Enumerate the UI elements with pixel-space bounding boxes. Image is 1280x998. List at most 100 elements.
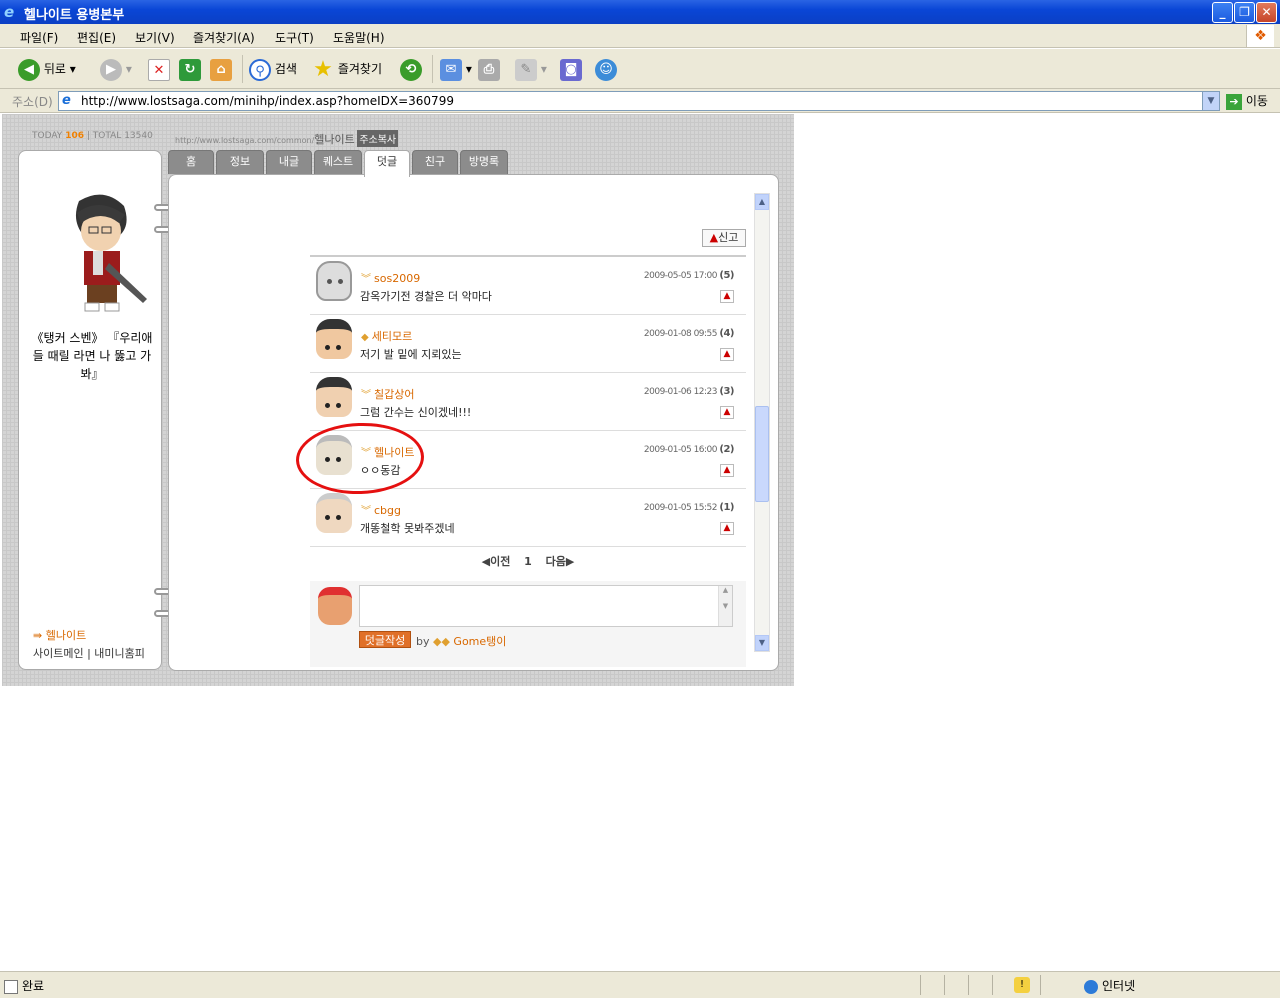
report-label: 신고 bbox=[718, 231, 739, 244]
comment-avatar bbox=[316, 493, 352, 533]
textarea-scrollbar[interactable]: ▲ ▼ bbox=[718, 586, 732, 626]
scroll-up-icon[interactable]: ▲ bbox=[755, 194, 769, 210]
favorites-label: 즐겨찾기 bbox=[337, 62, 382, 76]
rank-icon: ︾ bbox=[361, 506, 371, 517]
scroll-thumb[interactable] bbox=[755, 406, 769, 502]
submit-comment-button[interactable]: 덧글작성 bbox=[359, 631, 411, 648]
writer-name[interactable]: Gome탱이 bbox=[453, 635, 506, 648]
minihp-frame: TODAY 106 | TOTAL 13540 http://www.losts… bbox=[2, 114, 794, 686]
history-icon: ⟲ bbox=[400, 58, 422, 81]
current-page[interactable]: 1 bbox=[524, 555, 532, 568]
homepage-url: http://www.lostsaga.com/common/헬나이트 주소복사 bbox=[175, 130, 399, 147]
menu-tools[interactable]: 도구(T) bbox=[275, 29, 314, 46]
comment-author[interactable]: ︾ sos2009 bbox=[361, 270, 420, 285]
address-input[interactable]: e http://www.lostsaga.com/minihp/index.a… bbox=[58, 91, 1220, 111]
report-button[interactable]: ▲신고 bbox=[702, 229, 746, 247]
prev-page-link[interactable]: ◀이전 bbox=[482, 555, 511, 568]
zone-label: 인터넷 bbox=[1102, 979, 1136, 993]
tab-quest[interactable]: 퀘스트 bbox=[314, 150, 362, 174]
messenger-button[interactable]: ☺ bbox=[595, 56, 617, 82]
writer-avatar bbox=[318, 587, 352, 625]
comment-date: 2009-01-05 16:00 (2) bbox=[643, 444, 735, 455]
tab-posts[interactable]: 내글 bbox=[266, 150, 312, 174]
comment-date-text: 2009-01-05 16:00 bbox=[643, 445, 718, 455]
comment-date-text: 2009-01-08 09:55 bbox=[643, 329, 718, 339]
profile-name-label: 헬나이트 bbox=[45, 629, 87, 642]
report-icon[interactable]: ▲ bbox=[720, 348, 734, 361]
go-button[interactable]: ➔ 이동 bbox=[1226, 92, 1268, 110]
home-button[interactable]: ⌂ bbox=[210, 56, 232, 82]
edit-button[interactable]: ✎ ▾ bbox=[515, 56, 547, 82]
favorites-button[interactable]: ★ 즐겨찾기 bbox=[312, 56, 382, 82]
report-icon[interactable]: ▲ bbox=[720, 290, 734, 303]
tab-guestbook[interactable]: 방명록 bbox=[460, 150, 508, 174]
warning-icon: ! bbox=[1014, 977, 1030, 993]
comments-panel: ▲ ▼ ▲신고 ︾ sos2009 감옥가기전 경찰은 더 악마다 2009-05… bbox=[168, 174, 779, 671]
comment-text: 저기 발 밑에 지뢰있는 bbox=[360, 348, 462, 361]
title-bar: e 헬나이트 용병본부 _ ❐ ✕ bbox=[0, 0, 1280, 24]
research-button[interactable]: ◙ bbox=[560, 56, 582, 82]
comment-textarea[interactable]: ▲ ▼ bbox=[359, 585, 733, 627]
comment-author[interactable]: ︾ 칠갑상어 bbox=[361, 386, 414, 402]
report-icon[interactable]: ▲ bbox=[720, 522, 734, 535]
profile-name[interactable]: ⇛ 헬나이트 bbox=[33, 627, 86, 643]
tab-friends[interactable]: 친구 bbox=[412, 150, 458, 174]
vertical-scrollbar[interactable]: ▲ ▼ bbox=[754, 193, 770, 652]
tab-info[interactable]: 정보 bbox=[216, 150, 264, 174]
forward-button[interactable]: ▶ ▾ bbox=[100, 56, 132, 82]
history-button[interactable]: ⟲ bbox=[400, 56, 422, 82]
print-button[interactable]: ⎙ bbox=[478, 56, 500, 82]
report-icon[interactable]: ▲ bbox=[720, 464, 734, 477]
toolbar: ◀ 뒤로 ▾ ▶ ▾ ✕ ↻ ⌂ ⚲ 검색 ★ 즐겨찾기 ⟲ ✉ ▾ ⎙ ✎ ▾… bbox=[0, 49, 1280, 89]
report-icon[interactable]: ▲ bbox=[720, 406, 734, 419]
mail-button[interactable]: ✉ ▾ bbox=[440, 56, 472, 82]
refresh-icon: ↻ bbox=[179, 58, 201, 81]
comment-author[interactable]: ◆ 세티모르 bbox=[361, 328, 412, 344]
tab-comments[interactable]: 덧글 bbox=[364, 150, 410, 177]
comment-author-name: cbgg bbox=[374, 504, 401, 517]
page-content: TODAY 106 | TOTAL 13540 http://www.losts… bbox=[0, 114, 1280, 971]
restore-button[interactable]: ❐ bbox=[1234, 2, 1255, 23]
comment-date-text: 2009-01-06 12:23 bbox=[643, 387, 718, 397]
comment-number: (2) bbox=[719, 444, 734, 455]
stop-button[interactable]: ✕ bbox=[148, 56, 170, 82]
comment-text: 감옥가기전 경찰은 더 악마다 bbox=[360, 290, 492, 303]
ie-page-icon: e bbox=[62, 93, 71, 108]
comment-avatar bbox=[316, 261, 352, 301]
comment-date: 2009-01-06 12:23 (3) bbox=[643, 386, 735, 397]
profile-panel: 《탱커 스벤》 『우리애들 때릴 라면 나 뚫고 가봐』 ⇛ 헬나이트 사이트메… bbox=[18, 150, 162, 670]
menu-edit[interactable]: 편집(E) bbox=[77, 29, 116, 46]
address-bar: 주소(D) e http://www.lostsaga.com/minihp/i… bbox=[0, 89, 1280, 113]
address-label: 주소(D) bbox=[12, 95, 53, 109]
home-icon: ⌂ bbox=[210, 58, 232, 81]
refresh-button[interactable]: ↻ bbox=[179, 56, 201, 82]
comment-number: (1) bbox=[719, 502, 734, 513]
comment-date: 2009-01-05 15:52 (1) bbox=[643, 502, 735, 513]
scroll-down-icon[interactable]: ▼ bbox=[755, 635, 769, 651]
address-url: http://www.lostsaga.com/minihp/index.asp… bbox=[81, 94, 454, 108]
tab-home[interactable]: 홈 bbox=[168, 150, 214, 174]
back-button[interactable]: ◀ 뒤로 ▾ bbox=[18, 56, 76, 82]
minimize-button[interactable]: _ bbox=[1212, 2, 1233, 23]
comment-text: 그럼 간수는 신이겠네!!! bbox=[360, 406, 472, 419]
comment-date: 2009-05-05 17:00 (5) bbox=[643, 270, 735, 281]
close-button[interactable]: ✕ bbox=[1256, 2, 1277, 23]
comment-author[interactable]: ︾ cbgg bbox=[361, 502, 401, 517]
profile-links[interactable]: 사이트메인 | 내미니홈피 bbox=[33, 645, 145, 661]
search-button[interactable]: ⚲ 검색 bbox=[249, 56, 297, 82]
comment-date-text: 2009-05-05 17:00 bbox=[643, 271, 718, 281]
menu-help[interactable]: 도움말(H) bbox=[333, 29, 385, 46]
comment-text: 개똥철학 못봐주겠네 bbox=[360, 522, 455, 535]
comment-date-text: 2009-01-05 15:52 bbox=[643, 503, 718, 513]
mail-icon: ✉ bbox=[440, 58, 462, 81]
menu-view[interactable]: 보기(V) bbox=[135, 29, 175, 46]
menu-file[interactable]: 파일(F) bbox=[20, 29, 58, 46]
address-dropdown-icon[interactable]: ▼ bbox=[1202, 92, 1219, 110]
comment-number: (5) bbox=[719, 270, 734, 281]
forward-arrow-icon: ▶ bbox=[100, 58, 122, 81]
back-label: 뒤로 bbox=[43, 62, 66, 76]
copy-address-button[interactable]: 주소복사 bbox=[357, 130, 399, 147]
next-page-link[interactable]: 다음▶ bbox=[546, 555, 575, 568]
menu-favorites[interactable]: 즐겨찾기(A) bbox=[193, 29, 255, 46]
printer-icon: ⎙ bbox=[478, 58, 500, 81]
